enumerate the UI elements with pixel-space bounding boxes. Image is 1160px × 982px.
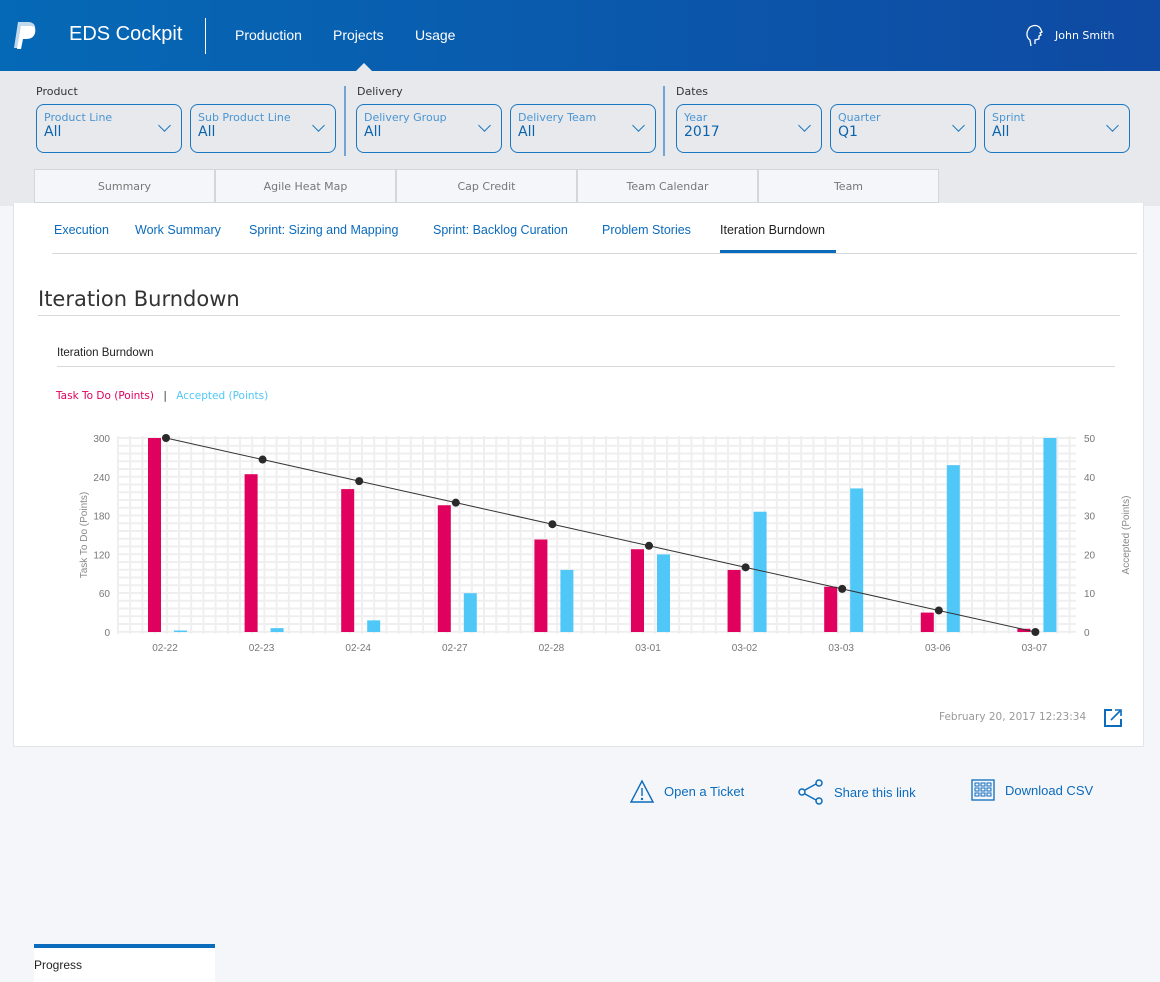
- y-tick-label: 300: [93, 434, 110, 445]
- share-link-button[interactable]: Share this link: [798, 779, 916, 805]
- accepted-bar: [946, 465, 960, 632]
- grid-table-icon: [971, 779, 995, 801]
- todo-bar: [437, 505, 451, 632]
- y-axis-title: Task To Do (Points): [79, 492, 90, 579]
- share-link-label: Share this link: [834, 784, 916, 800]
- ideal-point: [355, 477, 364, 486]
- ideal-point: [934, 606, 943, 615]
- y2-tick-label: 0: [1084, 628, 1090, 639]
- y-tick-label: 240: [93, 473, 110, 484]
- y-tick-label: 0: [104, 628, 110, 639]
- ideal-point: [741, 563, 750, 572]
- y2-tick-label: 30: [1084, 512, 1096, 523]
- warning-triangle-icon: [630, 779, 654, 803]
- x-tick-label: 03-02: [732, 643, 758, 654]
- tab-progress[interactable]: Progress: [34, 944, 215, 982]
- accepted-bar: [367, 620, 381, 632]
- todo-bar: [727, 569, 741, 632]
- accepted-bar: [657, 554, 670, 632]
- todo-bar: [824, 586, 838, 632]
- download-csv-label: Download CSV: [1005, 782, 1094, 798]
- ideal-point: [162, 434, 170, 442]
- accepted-bar: [1043, 438, 1057, 632]
- ideal-point: [548, 520, 557, 529]
- todo-bar: [631, 549, 644, 632]
- share-icon: [798, 779, 823, 805]
- x-tick-label: 03-03: [828, 643, 854, 654]
- accepted-bar: [270, 628, 284, 632]
- x-tick-label: 02-27: [442, 643, 468, 654]
- x-tick-label: 02-22: [152, 643, 178, 654]
- todo-bar: [341, 489, 355, 632]
- accepted-bar: [560, 569, 574, 632]
- y-tick-label: 180: [93, 512, 110, 523]
- accepted-bar: [463, 593, 477, 632]
- y-tick-label: 60: [99, 589, 111, 600]
- y-tick-label: 120: [93, 550, 110, 561]
- accepted-bar: [850, 488, 864, 632]
- ideal-point: [645, 541, 653, 550]
- ideal-point: [838, 584, 847, 593]
- open-ticket-button[interactable]: Open a Ticket: [630, 779, 744, 803]
- burndown-chart: 0 60 120 180 240 300 0 10 20 30 40 50 Task To Do (Po…: [79, 434, 1132, 654]
- todo-bar: [244, 474, 258, 632]
- x-tick-label: 02-24: [345, 643, 371, 654]
- download-csv-button[interactable]: Download CSV: [971, 779, 1093, 801]
- todo-bar: [148, 438, 161, 632]
- x-tick-label: 03-07: [1022, 643, 1048, 654]
- plot-area: [118, 436, 1076, 634]
- todo-bar: [534, 539, 548, 632]
- x-tick-label: 03-06: [925, 643, 951, 654]
- y2-tick-label: 50: [1084, 434, 1096, 445]
- x-tick-label: 03-01: [635, 643, 661, 654]
- y2-tick-label: 40: [1084, 473, 1096, 484]
- accepted-bar: [174, 630, 187, 632]
- ideal-point: [1031, 628, 1040, 636]
- ideal-point: [258, 455, 267, 464]
- y2-tick-label: 10: [1084, 589, 1096, 600]
- open-ticket-label: Open a Ticket: [664, 783, 745, 799]
- todo-bar: [920, 612, 934, 632]
- y2-axis-title: Accepted (Points): [1121, 496, 1132, 575]
- ideal-point: [451, 498, 460, 507]
- x-tick-label: 02-23: [249, 643, 275, 654]
- x-tick-label: 02-28: [539, 643, 565, 654]
- y2-tick-label: 20: [1084, 550, 1096, 561]
